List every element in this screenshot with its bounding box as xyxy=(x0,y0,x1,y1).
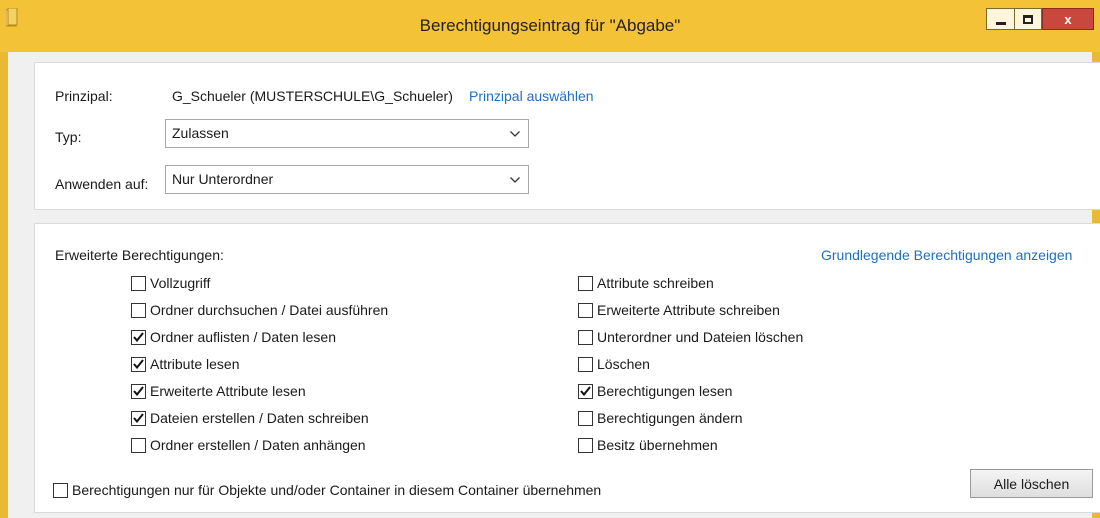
inherit-only-label: Berechtigungen nur für Objekte und/oder … xyxy=(72,482,602,498)
permission-row[interactable]: Berechtigungen ändern xyxy=(578,409,743,427)
permission-checkbox[interactable] xyxy=(131,275,146,291)
permission-checkbox[interactable] xyxy=(578,275,593,291)
type-select[interactable]: Zulassen xyxy=(165,119,529,148)
permission-label: Attribute schreiben xyxy=(597,275,714,291)
checkmark-icon xyxy=(133,359,144,369)
permission-row[interactable]: Ordner erstellen / Daten anhängen xyxy=(131,436,366,454)
permission-checkbox[interactable] xyxy=(578,437,593,453)
maximize-icon xyxy=(1023,14,1033,24)
permission-row[interactable]: Ordner durchsuchen / Datei ausführen xyxy=(131,301,388,319)
permission-row[interactable]: Dateien erstellen / Daten schreiben xyxy=(131,409,369,427)
principal-panel: Prinzipal: G_Schueler (MUSTERSCHULE\G_Sc… xyxy=(34,62,1100,210)
permission-label: Ordner auflisten / Daten lesen xyxy=(150,329,336,345)
inherit-only-row[interactable]: Berechtigungen nur für Objekte und/oder … xyxy=(53,481,601,499)
permission-checkbox[interactable] xyxy=(131,302,146,318)
chevron-down-icon xyxy=(508,120,522,147)
permission-label: Erweiterte Attribute schreiben xyxy=(597,302,780,318)
applies-to-selected-value: Nur Unterordner xyxy=(172,171,274,187)
permission-checkbox[interactable] xyxy=(131,410,146,426)
permission-row[interactable]: Löschen xyxy=(578,355,650,373)
select-principal-link[interactable]: Prinzipal auswählen xyxy=(469,88,594,104)
checkmark-icon xyxy=(133,332,144,342)
permission-row[interactable]: Erweiterte Attribute lesen xyxy=(131,382,306,400)
close-button[interactable]: x xyxy=(1042,8,1094,30)
permission-checkbox[interactable] xyxy=(578,410,593,426)
window-title: Berechtigungseintrag für "Abgabe" xyxy=(419,16,681,35)
permission-row[interactable]: Vollzugriff xyxy=(131,274,210,292)
dialog-window: Berechtigungseintrag für "Abgabe" x Prin… xyxy=(0,0,1100,518)
permission-checkbox[interactable] xyxy=(131,329,146,345)
permission-label: Besitz übernehmen xyxy=(597,437,718,453)
clear-all-button[interactable]: Alle löschen xyxy=(970,469,1093,498)
permission-label: Ordner erstellen / Daten anhängen xyxy=(150,437,366,453)
principal-label: Prinzipal: xyxy=(55,88,113,104)
permission-label: Vollzugriff xyxy=(150,275,211,291)
permission-checkbox[interactable] xyxy=(131,437,146,453)
permission-row[interactable]: Attribute lesen xyxy=(131,355,240,373)
permission-label: Ordner durchsuchen / Datei ausführen xyxy=(150,302,389,318)
inherit-only-checkbox[interactable] xyxy=(53,482,68,498)
permission-checkbox[interactable] xyxy=(578,329,593,345)
permission-row[interactable]: Besitz übernehmen xyxy=(578,436,718,454)
advanced-permissions-heading: Erweiterte Berechtigungen: xyxy=(55,247,224,263)
permission-label: Berechtigungen lesen xyxy=(597,383,733,399)
permission-row[interactable]: Attribute schreiben xyxy=(578,274,714,292)
applies-to-select[interactable]: Nur Unterordner xyxy=(165,165,529,194)
close-icon: x xyxy=(1064,11,1072,27)
permission-label: Löschen xyxy=(597,356,650,372)
minimize-icon xyxy=(995,21,1006,25)
principal-value: G_Schueler (MUSTERSCHULE\G_Schueler) xyxy=(172,88,453,104)
checkmark-icon xyxy=(580,386,591,396)
type-label: Typ: xyxy=(55,129,82,145)
permission-label: Attribute lesen xyxy=(150,356,240,372)
permission-row[interactable]: Erweiterte Attribute schreiben xyxy=(578,301,780,319)
maximize-button[interactable] xyxy=(1014,8,1042,30)
applies-to-label: Anwenden auf: xyxy=(55,176,149,192)
permission-label: Erweiterte Attribute lesen xyxy=(150,383,306,399)
permission-label: Dateien erstellen / Daten schreiben xyxy=(150,410,369,426)
permission-label: Berechtigungen ändern xyxy=(597,410,743,426)
title-bar[interactable]: Berechtigungseintrag für "Abgabe" x xyxy=(0,0,1100,52)
type-selected-value: Zulassen xyxy=(172,125,229,141)
checkmark-icon xyxy=(133,413,144,423)
show-basic-permissions-link[interactable]: Grundlegende Berechtigungen anzeigen xyxy=(821,247,1072,263)
advanced-permissions-panel: Erweiterte Berechtigungen: Grundlegende … xyxy=(34,223,1100,513)
permission-checkbox[interactable] xyxy=(131,356,146,372)
permission-checkbox[interactable] xyxy=(578,356,593,372)
chevron-down-icon xyxy=(508,166,522,193)
minimize-button[interactable] xyxy=(986,8,1014,30)
permission-label: Unterordner und Dateien löschen xyxy=(597,329,804,345)
permission-row[interactable]: Ordner auflisten / Daten lesen xyxy=(131,328,336,346)
permission-row[interactable]: Berechtigungen lesen xyxy=(578,382,732,400)
permission-checkbox[interactable] xyxy=(131,383,146,399)
permission-checkbox[interactable] xyxy=(578,302,593,318)
checkmark-icon xyxy=(133,386,144,396)
permission-checkbox[interactable] xyxy=(578,383,593,399)
permission-row[interactable]: Unterordner und Dateien löschen xyxy=(578,328,803,346)
